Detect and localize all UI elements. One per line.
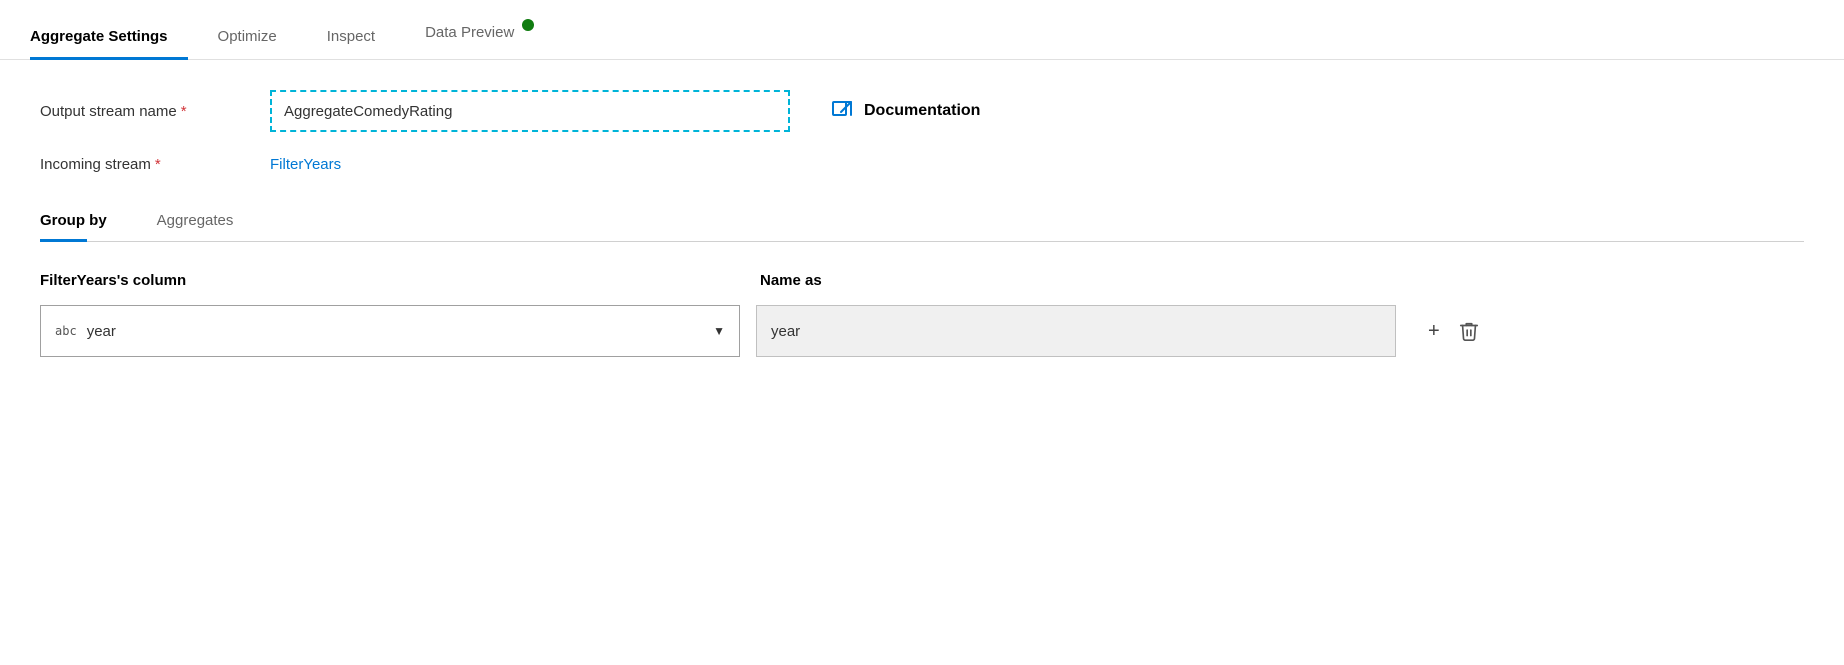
- main-container: Aggregate Settings Optimize Inspect Data…: [0, 0, 1844, 665]
- tab-data-preview[interactable]: Data Preview: [425, 19, 554, 59]
- sub-tab-group-by[interactable]: Group by: [40, 212, 127, 241]
- tab-optimize[interactable]: Optimize: [218, 28, 297, 59]
- col-value: year: [87, 323, 713, 340]
- sub-tab-bar: Group by Aggregates: [40, 197, 1804, 242]
- incoming-stream-required: *: [155, 156, 161, 173]
- dropdown-arrow-icon: ▼: [713, 324, 725, 338]
- tab-aggregate-settings[interactable]: Aggregate Settings: [30, 28, 188, 59]
- name-as-input[interactable]: [756, 305, 1396, 357]
- col-header-name-as: Name as: [760, 272, 1804, 289]
- trash-icon: [1458, 320, 1480, 342]
- action-icons: +: [1428, 320, 1480, 343]
- column-dropdown[interactable]: abc year ▼: [40, 305, 740, 357]
- data-preview-status-dot: [522, 19, 534, 31]
- documentation-area: Documentation: [830, 99, 980, 123]
- documentation-label: Documentation: [864, 102, 980, 120]
- incoming-stream-row: Incoming stream* FilterYears: [40, 156, 1804, 173]
- group-by-data-row: abc year ▼ +: [40, 305, 1804, 357]
- incoming-stream-label: Incoming stream*: [40, 156, 270, 173]
- col-type-badge: abc: [55, 324, 77, 338]
- col-header-filter-years: FilterYears's column: [40, 272, 760, 289]
- groupby-content: FilterYears's column Name as abc year ▼ …: [40, 272, 1804, 357]
- output-stream-required: *: [181, 103, 187, 120]
- add-row-button[interactable]: +: [1428, 320, 1440, 343]
- content-area: Output stream name* Documentation Incomi…: [0, 60, 1844, 665]
- output-stream-input[interactable]: [270, 90, 790, 132]
- tab-bar: Aggregate Settings Optimize Inspect Data…: [0, 0, 1844, 60]
- incoming-stream-link[interactable]: FilterYears: [270, 156, 341, 173]
- external-link-icon[interactable]: [830, 99, 854, 123]
- column-headers-row: FilterYears's column Name as: [40, 272, 1804, 289]
- output-stream-label: Output stream name*: [40, 103, 270, 120]
- delete-row-button[interactable]: [1458, 320, 1480, 342]
- sub-tab-aggregates[interactable]: Aggregates: [157, 212, 254, 241]
- tab-inspect[interactable]: Inspect: [327, 28, 395, 59]
- output-stream-row: Output stream name* Documentation: [40, 90, 1804, 132]
